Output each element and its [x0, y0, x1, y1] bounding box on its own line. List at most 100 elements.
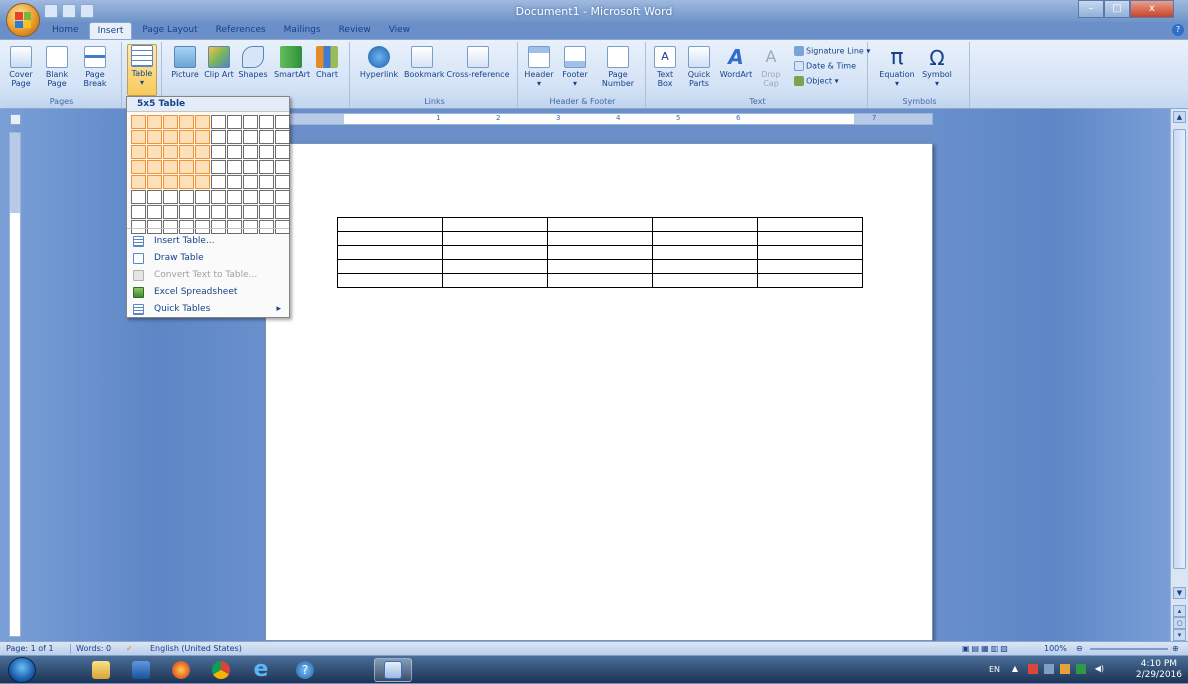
- table-cell[interactable]: [337, 231, 443, 246]
- undo-icon[interactable]: [62, 4, 76, 18]
- grid-cell[interactable]: [211, 190, 226, 204]
- footer-button[interactable]: Footer ▾: [560, 46, 590, 88]
- language-bar[interactable]: EN: [989, 665, 1000, 674]
- action-center-icon[interactable]: [1028, 664, 1038, 674]
- grid-cell[interactable]: [211, 130, 226, 144]
- grid-cell[interactable]: [259, 220, 274, 234]
- grid-cell[interactable]: [259, 205, 274, 219]
- network-icon[interactable]: [1044, 664, 1054, 674]
- grid-cell[interactable]: [211, 175, 226, 189]
- word-count[interactable]: Words: 0: [76, 644, 111, 653]
- grid-cell[interactable]: [227, 175, 242, 189]
- close-button[interactable]: x: [1130, 0, 1174, 18]
- grid-cell[interactable]: [259, 175, 274, 189]
- grid-cell[interactable]: [179, 190, 194, 204]
- cross-reference-button[interactable]: Cross-reference: [444, 46, 512, 79]
- grid-cell[interactable]: [243, 130, 258, 144]
- table-cell[interactable]: [547, 259, 653, 274]
- grid-cell[interactable]: [211, 145, 226, 159]
- office-button[interactable]: [6, 3, 40, 37]
- grid-cell[interactable]: [195, 145, 210, 159]
- select-browse-icon[interactable]: ○: [1173, 617, 1186, 629]
- grid-cell[interactable]: [163, 145, 178, 159]
- grid-cell[interactable]: [275, 130, 290, 144]
- table-cell[interactable]: [337, 245, 443, 260]
- show-hidden-icons-icon[interactable]: ▲: [1012, 664, 1018, 673]
- grid-cell[interactable]: [243, 145, 258, 159]
- grid-cell[interactable]: [131, 115, 146, 129]
- grid-cell[interactable]: [243, 220, 258, 234]
- volume-icon[interactable]: ◀): [1095, 664, 1104, 673]
- save-icon[interactable]: [44, 4, 58, 18]
- scroll-thumb[interactable]: [1173, 129, 1186, 569]
- redo-icon[interactable]: [80, 4, 94, 18]
- grid-cell[interactable]: [275, 160, 290, 174]
- next-page-icon[interactable]: ▾: [1173, 629, 1186, 641]
- table-button[interactable]: Table ▾: [127, 44, 157, 96]
- grid-cell[interactable]: [275, 175, 290, 189]
- grid-cell[interactable]: [147, 220, 162, 234]
- grid-cell[interactable]: [227, 220, 242, 234]
- grid-cell[interactable]: [227, 145, 242, 159]
- grid-cell[interactable]: [163, 220, 178, 234]
- tab-references[interactable]: References: [208, 22, 274, 39]
- grid-cell[interactable]: [179, 115, 194, 129]
- grid-cell[interactable]: [147, 160, 162, 174]
- grid-cell[interactable]: [179, 145, 194, 159]
- taskbar-firefox[interactable]: [162, 658, 200, 682]
- grid-cell[interactable]: [211, 115, 226, 129]
- grid-cell[interactable]: [131, 160, 146, 174]
- grid-cell[interactable]: [275, 190, 290, 204]
- grid-cell[interactable]: [163, 115, 178, 129]
- bookmark-button[interactable]: Bookmark: [404, 46, 445, 79]
- grid-cell[interactable]: [179, 205, 194, 219]
- table-cell[interactable]: [337, 273, 443, 288]
- table-cell[interactable]: [757, 245, 863, 260]
- grid-cell[interactable]: [195, 130, 210, 144]
- horizontal-ruler[interactable]: 1 2 3 4 5 6 7: [263, 113, 933, 125]
- taskbar-media-player[interactable]: [122, 658, 160, 682]
- page-break-button[interactable]: Page Break: [80, 46, 110, 88]
- grid-cell[interactable]: [163, 190, 178, 204]
- grid-cell[interactable]: [275, 115, 290, 129]
- table-cell[interactable]: [337, 217, 443, 232]
- table-cell[interactable]: [757, 231, 863, 246]
- zoom-level[interactable]: 100%: [1044, 644, 1067, 653]
- blank-page-button[interactable]: Blank Page: [42, 46, 72, 88]
- document-page[interactable]: [265, 143, 933, 641]
- taskbar-word[interactable]: [374, 658, 412, 682]
- table-cell[interactable]: [547, 217, 653, 232]
- grid-cell[interactable]: [195, 190, 210, 204]
- table-cell[interactable]: [442, 273, 548, 288]
- grid-cell[interactable]: [259, 130, 274, 144]
- scroll-up-icon[interactable]: ▲: [1173, 111, 1186, 123]
- tab-review[interactable]: Review: [331, 22, 379, 39]
- grid-cell[interactable]: [163, 205, 178, 219]
- grid-cell[interactable]: [227, 190, 242, 204]
- quick-parts-button[interactable]: Quick Parts: [684, 46, 714, 88]
- grid-cell[interactable]: [227, 205, 242, 219]
- grid-cell[interactable]: [211, 220, 226, 234]
- grid-cell[interactable]: [195, 220, 210, 234]
- scroll-down-icon[interactable]: ▼: [1173, 587, 1186, 599]
- table-cell[interactable]: [442, 245, 548, 260]
- grid-cell[interactable]: [227, 115, 242, 129]
- menu-item-quick-tables[interactable]: Quick Tables ▸: [127, 301, 289, 318]
- grid-cell[interactable]: [131, 145, 146, 159]
- grid-cell[interactable]: [243, 115, 258, 129]
- grid-cell[interactable]: [243, 175, 258, 189]
- vertical-ruler[interactable]: [9, 132, 21, 637]
- page-number-button[interactable]: Page Number: [598, 46, 638, 88]
- grid-cell[interactable]: [131, 130, 146, 144]
- document-table[interactable]: [337, 217, 863, 288]
- maximize-button[interactable]: □: [1104, 0, 1130, 18]
- table-cell[interactable]: [652, 259, 758, 274]
- grid-cell[interactable]: [275, 205, 290, 219]
- grid-cell[interactable]: [259, 190, 274, 204]
- taskbar-chrome[interactable]: [202, 658, 240, 682]
- tab-insert[interactable]: Insert: [88, 22, 133, 39]
- taskbar-help[interactable]: ?: [286, 658, 324, 682]
- grid-cell[interactable]: [163, 130, 178, 144]
- menu-item-insert-table[interactable]: Insert Table...: [127, 233, 289, 250]
- grid-cell[interactable]: [227, 160, 242, 174]
